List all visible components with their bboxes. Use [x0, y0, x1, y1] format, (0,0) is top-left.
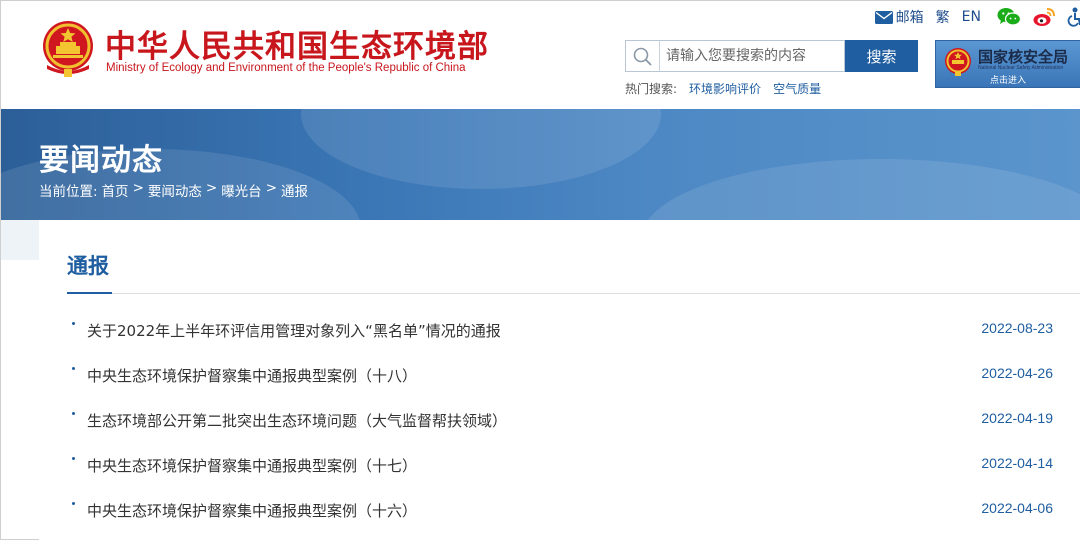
weibo-link[interactable]	[1033, 7, 1055, 27]
search-field	[625, 40, 845, 72]
accessibility-icon	[1067, 7, 1080, 27]
news-date: 2022-08-23	[981, 320, 1053, 336]
breadcrumb-news[interactable]: 要闻动态	[148, 180, 202, 200]
banner-cloud-decoration	[301, 109, 661, 189]
bullet-icon	[72, 322, 75, 325]
hot-search-link-eia[interactable]: 环境影响评价	[689, 80, 761, 97]
top-links: 邮箱 繁 EN	[865, 6, 1080, 28]
wechat-icon	[997, 8, 1021, 26]
search-icon	[633, 47, 652, 66]
list-item[interactable]: 中央生态环境保护督察集中通报典型案例（十八） 2022-04-26	[67, 353, 1053, 398]
news-date: 2022-04-19	[981, 410, 1053, 426]
site-title-english[interactable]: Ministry of Ecology and Environment of t…	[106, 62, 466, 74]
breadcrumb-current[interactable]: 通报	[281, 180, 308, 200]
banner-cloud-decoration	[641, 159, 1080, 220]
search-divider	[659, 41, 660, 71]
search-button[interactable]: 搜索	[845, 40, 918, 72]
breadcrumb-separator: >	[265, 180, 277, 196]
bullet-icon	[72, 457, 75, 460]
bullet-icon	[72, 412, 75, 415]
list-item[interactable]: 关于2022年上半年环评信用管理对象列入“黑名单”情况的通报 2022-08-2…	[67, 308, 1053, 353]
hot-search-label: 热门搜索:	[625, 82, 678, 96]
nnsa-title: 国家核安全局	[978, 48, 1069, 66]
news-title-link[interactable]: 关于2022年上半年环评信用管理对象列入“黑名单”情况的通报	[87, 320, 501, 341]
list-item[interactable]: 中央生态环境保护督察集中通报典型案例（十七） 2022-04-14	[67, 443, 1053, 488]
breadcrumb-home[interactable]: 首页	[102, 180, 129, 200]
breadcrumb-prefix: 当前位置:	[39, 184, 98, 200]
breadcrumb: 当前位置: 首页 > 要闻动态 > 曝光台 > 通报	[39, 180, 312, 200]
national-emblem-logo[interactable]	[39, 19, 97, 79]
page-banner: 要闻动态 当前位置: 首页 > 要闻动态 > 曝光台 > 通报	[1, 109, 1080, 220]
list-item[interactable]: 生态环境部公开第二批突出生态环境问题（大气监督帮扶领域） 2022-04-19	[67, 398, 1053, 443]
english-link[interactable]: EN	[962, 9, 981, 25]
site-title[interactable]: 中华人民共和国生态环境部	[105, 21, 489, 66]
section-divider	[67, 293, 1080, 294]
news-title-link[interactable]: 中央生态环境保护督察集中通报典型案例（十八）	[87, 365, 417, 386]
nnsa-enter-label: 点击进入	[989, 76, 1026, 86]
mail-icon	[874, 10, 893, 24]
search-input[interactable]	[666, 41, 842, 71]
news-date: 2022-04-06	[981, 500, 1053, 516]
wechat-link[interactable]	[997, 7, 1021, 27]
hot-search-link-air-quality[interactable]: 空气质量	[773, 80, 821, 97]
nnsa-banner-link[interactable]: 国家核安全局 National Nuclear Safety Administr…	[935, 40, 1080, 88]
content-panel: 通报 关于2022年上半年环评信用管理对象列入“黑名单”情况的通报 2022-0…	[39, 220, 1080, 540]
news-date: 2022-04-14	[981, 455, 1053, 471]
mail-link[interactable]: 邮箱	[874, 7, 924, 27]
news-title-link[interactable]: 中央生态环境保护督察集中通报典型案例（十六）	[87, 500, 417, 521]
weibo-icon	[1033, 8, 1055, 26]
list-item[interactable]: 中央生态环境保护督察集中通报典型案例（十六） 2022-04-06	[67, 488, 1053, 533]
hot-search: 热门搜索: 环境影响评价 空气质量	[625, 80, 821, 97]
breadcrumb-separator: >	[205, 180, 218, 196]
bullet-icon	[72, 502, 75, 505]
page-title: 要闻动态	[39, 143, 163, 178]
mail-label: 邮箱	[895, 10, 924, 26]
news-title-link[interactable]: 中央生态环境保护督察集中通报典型案例（十七）	[87, 455, 417, 476]
bullet-icon	[72, 367, 75, 370]
breadcrumb-separator: >	[132, 180, 144, 196]
traditional-chinese-link[interactable]: 繁	[936, 7, 950, 27]
site-header: 中华人民共和国生态环境部 Ministry of Ecology and Env…	[1, 1, 1080, 109]
breadcrumb-exposure[interactable]: 曝光台	[221, 180, 262, 200]
news-title-link[interactable]: 生态环境部公开第二批突出生态环境问题（大气监督帮扶领域）	[87, 410, 507, 431]
accessibility-link[interactable]	[1067, 7, 1080, 27]
news-list: 关于2022年上半年环评信用管理对象列入“黑名单”情况的通报 2022-08-2…	[67, 308, 1053, 533]
news-date: 2022-04-26	[981, 365, 1053, 381]
nnsa-subtitle: National Nuclear Safety Administration	[978, 65, 1064, 71]
section-title: 通报	[67, 254, 109, 278]
section-title-accent	[67, 292, 112, 294]
